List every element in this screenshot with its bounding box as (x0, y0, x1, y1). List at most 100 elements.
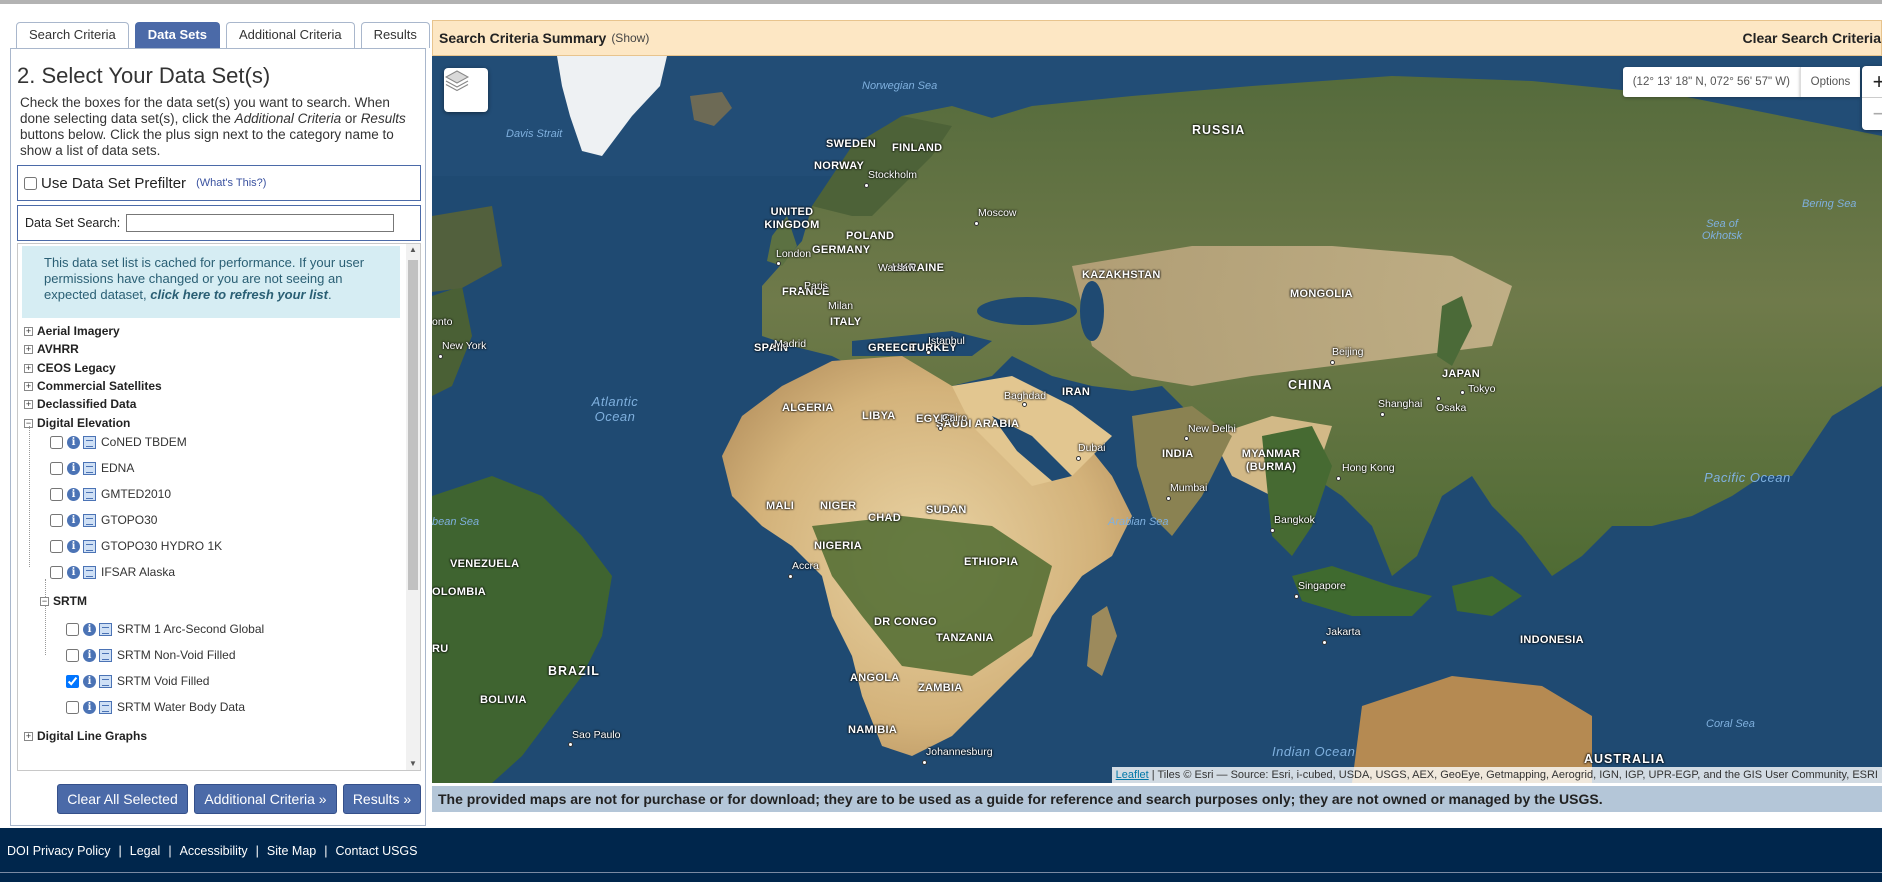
expand-icon[interactable]: + (24, 326, 33, 336)
map-label-chad: CHAD (868, 512, 901, 524)
map-coverage-icon[interactable] (99, 674, 112, 688)
info-icon[interactable]: i (67, 513, 80, 527)
expand-icon[interactable]: + (24, 731, 33, 741)
info-icon[interactable]: i (83, 648, 96, 662)
dataset-row[interactable]: i CoNED TBDEM (50, 431, 187, 453)
map-label-paris: Paris (804, 280, 828, 292)
expand-icon[interactable]: + (24, 381, 33, 391)
dataset-checkbox[interactable] (66, 700, 79, 714)
data-set-search-input[interactable] (126, 214, 395, 232)
map-label-sudan: SUDAN (926, 504, 967, 516)
map-coverage-icon[interactable] (83, 487, 96, 501)
info-icon[interactable]: i (83, 674, 96, 688)
dataset-row[interactable]: i SRTM Water Body Data (66, 696, 245, 718)
city-marker (864, 183, 869, 188)
refresh-list-link[interactable]: click here to refresh your list (150, 287, 328, 302)
dataset-row[interactable]: i GTOPO30 (50, 509, 157, 531)
map-viewer[interactable]: RUSSIA SWEDEN FINLAND NORWAY UNITED KING… (432, 56, 1882, 783)
dataset-row[interactable]: i GMTED2010 (50, 483, 171, 505)
whats-this-link[interactable]: (What's This?) (196, 177, 266, 189)
category-digital-line-graphs[interactable]: + Digital Line Graphs (24, 725, 147, 747)
dataset-row[interactable]: i SRTM 1 Arc-Second Global (66, 618, 264, 640)
category-label: Aerial Imagery (37, 324, 120, 338)
clear-all-selected-button[interactable]: Clear All Selected (57, 784, 188, 814)
expand-icon[interactable]: + (24, 344, 33, 354)
collapse-icon[interactable]: − (40, 596, 49, 606)
map-label-mongolia: MONGOLIA (1290, 288, 1353, 300)
category-label: Commercial Satellites (37, 379, 162, 393)
city-marker (788, 574, 793, 579)
data-sets-panel: 2. Select Your Data Set(s) Check the box… (10, 48, 426, 826)
footer-link-accessibility[interactable]: Accessibility (180, 844, 248, 858)
map-coverage-icon[interactable] (83, 461, 96, 475)
layers-button[interactable] (444, 68, 488, 112)
info-icon[interactable]: i (83, 622, 96, 636)
scroll-up-icon[interactable]: ▲ (409, 246, 417, 254)
dataset-row[interactable]: i SRTM Void Filled (66, 670, 209, 692)
dataset-row[interactable]: i SRTM Non-Void Filled (66, 644, 236, 666)
tab-data-sets[interactable]: Data Sets (134, 22, 220, 48)
info-icon[interactable]: i (67, 487, 80, 501)
map-label-dr-congo: DR CONGO (874, 616, 937, 628)
scrollbar-thumb[interactable] (408, 260, 418, 590)
map-coverage-icon[interactable] (83, 513, 96, 527)
dataset-checkbox[interactable] (66, 622, 79, 636)
footer-link-contact[interactable]: Contact USGS (336, 844, 418, 858)
map-label-stockholm: Stockholm (868, 169, 918, 181)
clear-search-criteria-link[interactable]: Clear Search Criteria (1742, 30, 1881, 46)
tree-connector (29, 426, 30, 567)
scroll-down-icon[interactable]: ▼ (409, 760, 417, 768)
tab-bar: Search Criteria Data Sets Additional Cri… (16, 22, 430, 48)
expand-icon[interactable]: + (24, 399, 33, 409)
map-coverage-icon[interactable] (99, 648, 112, 662)
info-icon[interactable]: i (67, 565, 80, 579)
tree-scrollbar[interactable]: ▲ ▼ (406, 244, 420, 770)
map-options-button[interactable]: Options (1800, 67, 1860, 97)
map-label-angola: ANGOLA (850, 672, 900, 684)
zoom-out-button[interactable]: − (1862, 98, 1882, 130)
dataset-row[interactable]: i GTOPO30 HYDRO 1K (50, 535, 222, 557)
additional-criteria-button[interactable]: Additional Criteria » (194, 784, 337, 814)
expand-icon[interactable]: + (24, 363, 33, 373)
info-icon[interactable]: i (83, 700, 96, 714)
zoom-in-button[interactable]: + (1862, 66, 1882, 98)
subcategory-srtm[interactable]: − SRTM (40, 590, 87, 612)
dataset-row[interactable]: i IFSAR Alaska (50, 561, 175, 583)
map-label-istanbul: Istanbul (928, 335, 965, 347)
cache-notice: This data set list is cached for perform… (22, 246, 400, 318)
dataset-checkbox[interactable] (66, 648, 79, 662)
dataset-checkbox[interactable] (50, 539, 63, 553)
map-label-sea-of-okhotsk: Sea of Okhotsk (1701, 218, 1743, 242)
dataset-checkbox[interactable] (50, 513, 63, 527)
info-icon[interactable]: i (67, 435, 80, 449)
prefilter-checkbox[interactable] (24, 176, 37, 190)
dataset-row[interactable]: i EDNA (50, 457, 134, 479)
tab-search-criteria[interactable]: Search Criteria (16, 22, 129, 48)
map-coverage-icon[interactable] (83, 539, 96, 553)
info-icon[interactable]: i (67, 539, 80, 553)
footer-link-site-map[interactable]: Site Map (267, 844, 316, 858)
map-label-norway: NORWAY (814, 160, 865, 172)
tab-additional-criteria[interactable]: Additional Criteria (225, 22, 355, 48)
dataset-checkbox[interactable] (50, 565, 63, 579)
dataset-checkbox[interactable] (50, 487, 63, 501)
map-coverage-icon[interactable] (83, 565, 96, 579)
city-marker (926, 350, 931, 355)
tab-results[interactable]: Results (360, 22, 430, 48)
map-coverage-icon[interactable] (99, 622, 112, 636)
map-label-india: INDIA (1162, 448, 1194, 460)
info-icon[interactable]: i (67, 461, 80, 475)
dataset-checkbox[interactable] (50, 461, 63, 475)
results-button[interactable]: Results » (343, 784, 421, 814)
footer-link-legal[interactable]: Legal (130, 844, 161, 858)
leaflet-link[interactable]: Leaflet (1116, 769, 1149, 781)
map-label-bolivia: BOLIVIA (480, 694, 527, 706)
map-coverage-icon[interactable] (99, 700, 112, 714)
dataset-checkbox[interactable] (50, 435, 63, 449)
dataset-checkbox[interactable] (66, 674, 79, 688)
data-set-tree: This data set list is cached for perform… (17, 243, 421, 771)
map-coverage-icon[interactable] (83, 435, 96, 449)
map-label-indonesia: INDONESIA (1520, 634, 1584, 646)
summary-show-link[interactable]: (Show) (611, 31, 649, 45)
footer-link-privacy[interactable]: DOI Privacy Policy (7, 844, 111, 858)
